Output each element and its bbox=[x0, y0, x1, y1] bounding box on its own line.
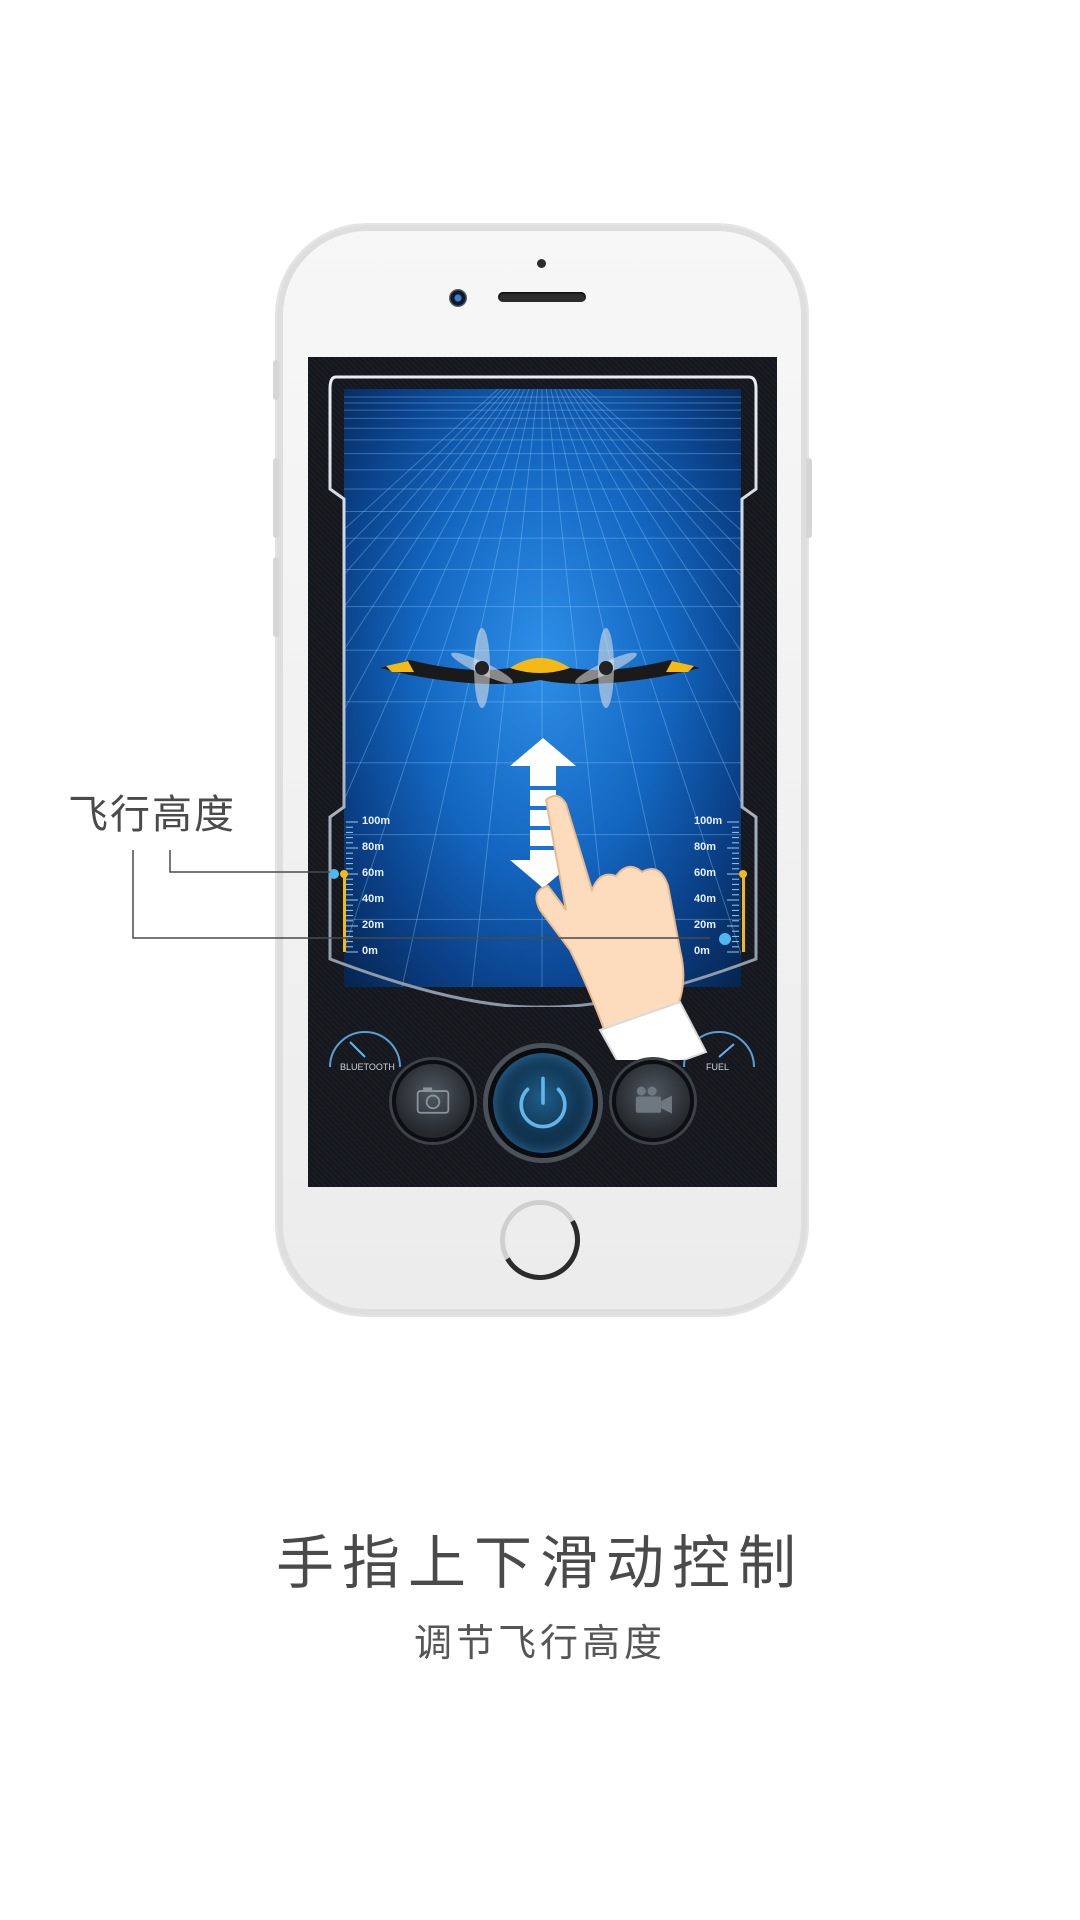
power-icon bbox=[519, 1076, 567, 1129]
scale-label: 40m bbox=[362, 893, 385, 905]
front-camera bbox=[449, 289, 467, 307]
fuel-label: FUEL bbox=[706, 1062, 730, 1072]
headline-title: 手指上下滑动控制 bbox=[275, 1529, 804, 1597]
scale-label: 80m bbox=[362, 841, 385, 853]
scale-label: 60m bbox=[362, 867, 385, 879]
proximity-sensor bbox=[537, 259, 546, 268]
scale-label: 0m bbox=[362, 945, 378, 957]
camera-button[interactable] bbox=[392, 1060, 474, 1142]
video-button[interactable] bbox=[612, 1060, 694, 1142]
volume-up-button bbox=[273, 458, 279, 538]
drone-graphic bbox=[380, 628, 700, 708]
silent-switch bbox=[273, 360, 279, 400]
camera-icon bbox=[416, 1087, 450, 1114]
headline-subtitle: 调节飞行高度 bbox=[413, 1621, 666, 1665]
altitude-callout-label: 飞行高度 bbox=[68, 792, 236, 838]
video-camera-icon bbox=[635, 1086, 672, 1114]
power-button[interactable] bbox=[488, 1048, 598, 1158]
pointing-hand-icon bbox=[535, 794, 708, 1060]
home-button[interactable] bbox=[500, 1200, 580, 1280]
scale-label: 20m bbox=[362, 919, 385, 931]
bluetooth-label: BLUETOOTH bbox=[340, 1062, 395, 1072]
power-side-button bbox=[806, 458, 812, 538]
earpiece-speaker bbox=[498, 292, 586, 302]
scale-label: 100m bbox=[362, 815, 391, 827]
volume-down-button bbox=[273, 557, 279, 637]
left-altitude-scale bbox=[329, 821, 358, 953]
